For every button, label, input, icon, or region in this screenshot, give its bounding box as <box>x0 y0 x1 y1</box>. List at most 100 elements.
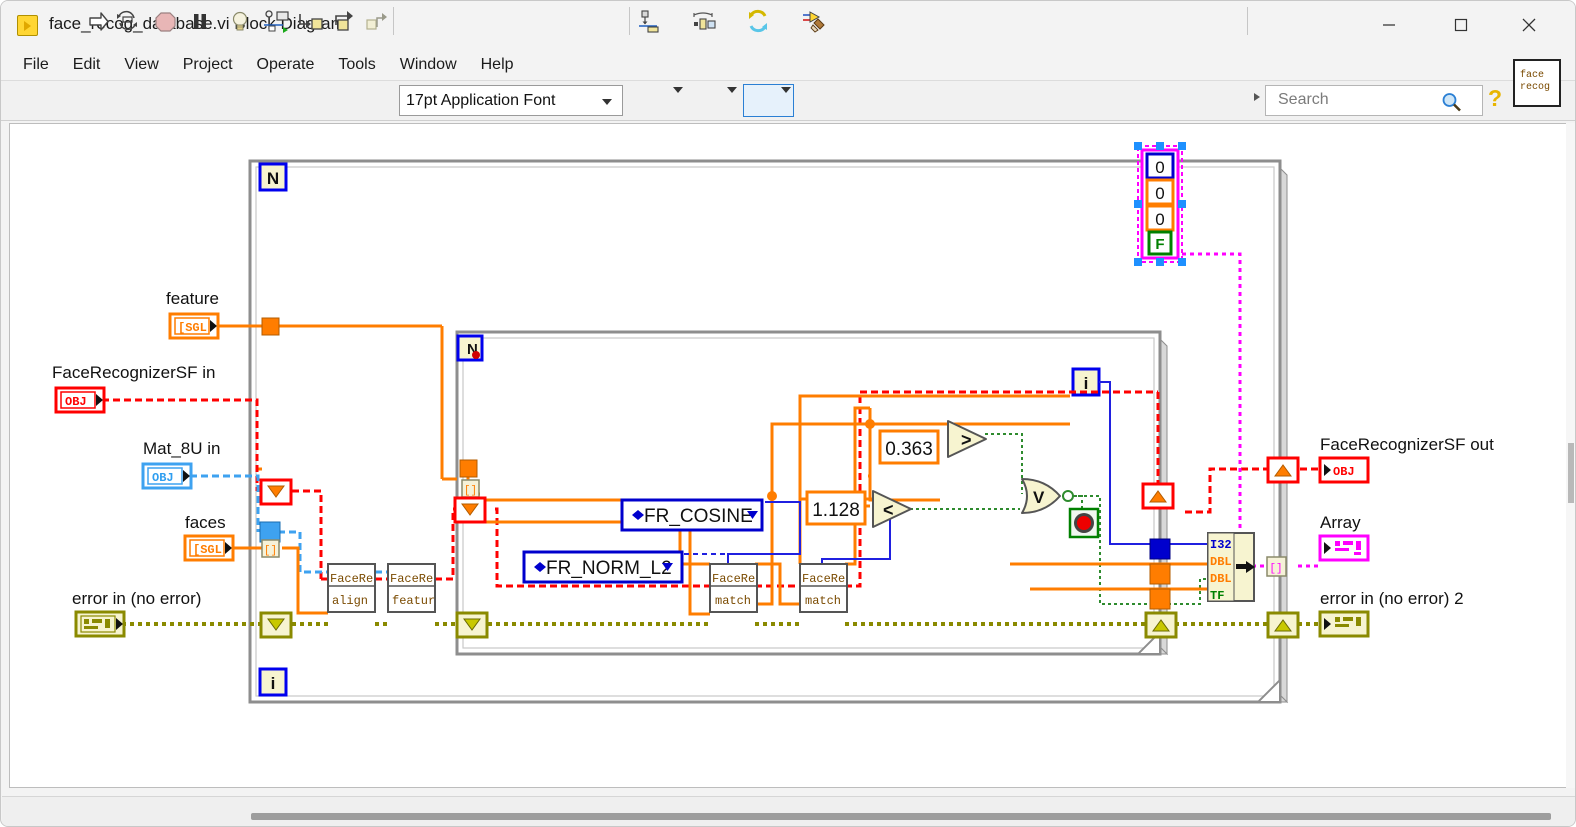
block-diagram-canvas[interactable]: N i N i [] [] [] feature [SGL FaceRecogn… <box>9 123 1567 788</box>
pause-icon[interactable] <box>187 9 213 34</box>
menu-item-operate[interactable]: Operate <box>245 53 327 77</box>
subvi-top-label-4: FaceRe <box>802 572 845 586</box>
shift-register-left-error[interactable] <box>259 611 293 639</box>
bundle-input-type-4: TF <box>1210 589 1224 603</box>
menu-item-file[interactable]: File <box>11 53 61 77</box>
boolean-junction-dot <box>1062 490 1074 502</box>
step-over-icon[interactable] <box>331 9 357 34</box>
or-gate-node[interactable]: V <box>1021 478 1061 514</box>
tunnel-index-out[interactable] <box>1149 538 1171 560</box>
indicator-terminal-array[interactable]: Array <box>1318 513 1370 562</box>
inner-loop-count-terminal[interactable]: N <box>456 334 484 362</box>
control-terminal-feature[interactable]: feature [SGL <box>166 289 220 340</box>
vi-thumbnail-line2: recog <box>1520 82 1551 93</box>
outer-loop-i-label: i <box>271 674 276 693</box>
help-question-icon[interactable]: ? <box>1482 85 1508 115</box>
align-dropdown-chevron-icon[interactable] <box>673 87 683 93</box>
cluster-element-value-3: 0 <box>1155 210 1164 229</box>
bundle-node[interactable]: I32 DBL DBL TF <box>1207 532 1255 603</box>
status-bar <box>2 796 1575 826</box>
shift-register-inner-right-error[interactable] <box>1144 611 1178 639</box>
menu-item-edit[interactable]: Edit <box>61 53 113 77</box>
menu-item-project[interactable]: Project <box>171 53 245 77</box>
menu-item-tools[interactable]: Tools <box>326 53 387 77</box>
tunnel-feature[interactable] <box>261 317 280 336</box>
control-terminal-error-in[interactable]: error in (no error) <box>72 589 201 638</box>
shift-register-inner-right-obj[interactable] <box>1141 482 1175 510</box>
menu-item-help[interactable]: Help <box>469 53 526 77</box>
retain-wire-values-icon[interactable] <box>263 9 289 34</box>
maximize-icon[interactable] <box>1437 1 1485 49</box>
distribute-objects-icon[interactable] <box>691 9 723 34</box>
cluster-constant[interactable]: 0 0 0 F <box>1134 142 1186 266</box>
run-continuously-icon[interactable] <box>114 9 140 34</box>
vi-icon-thumbnail[interactable]: face recog <box>1513 59 1561 107</box>
search-input[interactable]: Search <box>1265 85 1483 116</box>
vertical-scrollbar-thumb[interactable] <box>1568 443 1574 503</box>
font-selector-value: 17pt Application Font <box>406 91 556 109</box>
control-terminal-faces[interactable]: faces [SGL <box>183 513 235 562</box>
wire-bundle-orange-inputs <box>1010 562 1208 591</box>
shift-register-outer-right-obj[interactable] <box>1266 456 1300 484</box>
menu-bar: File Edit View Project Operate Tools Win… <box>1 49 1575 81</box>
tunnel-mat8u[interactable] <box>259 521 281 543</box>
shift-register-outer-right-error[interactable] <box>1266 611 1300 639</box>
numeric-constant-0363[interactable]: 0.363 <box>878 429 940 465</box>
run-arrow-icon[interactable] <box>86 9 112 34</box>
menu-item-window[interactable]: Window <box>388 53 469 77</box>
bundle-input-type-3: DBL <box>1210 572 1232 586</box>
menu-item-view[interactable]: View <box>112 53 170 77</box>
subvi-facerecognizer-match-1[interactable]: FaceRe match <box>709 563 758 613</box>
subvi-facerecognizer-feature[interactable]: FaceRe featur <box>387 563 436 613</box>
tunnel-inner-feature[interactable] <box>459 459 478 478</box>
tunnel-dbl-out-2[interactable] <box>1149 588 1171 610</box>
highlight-execution-bulb-icon[interactable] <box>227 9 253 34</box>
subvi-facerecognizer-align[interactable]: FaceRe align <box>327 563 376 613</box>
subvi-facerecognizer-match-2[interactable]: FaceRe match <box>799 563 848 613</box>
numeric-constant-1128[interactable]: 1.128 <box>805 490 867 526</box>
step-into-icon[interactable] <box>297 9 323 34</box>
greater-than-node[interactable]: > <box>947 420 987 458</box>
search-expand-icon[interactable] <box>1254 93 1260 101</box>
control-type-feature: [SGL <box>178 321 207 335</box>
subvi-top-label-2: FaceRe <box>390 572 433 586</box>
subvi-top-label-3: FaceRe <box>712 572 755 586</box>
vertical-scrollbar[interactable] <box>1566 123 1575 788</box>
outer-while-loop[interactable] <box>248 159 1289 704</box>
shift-register-inner-left-obj[interactable] <box>453 496 487 524</box>
indicator-terminal-facerecognizersf-out[interactable]: FaceRecognizerSF out OBJ <box>1318 435 1494 484</box>
minimize-icon[interactable] <box>1365 1 1413 49</box>
enum-value-fr-norm-l2: FR_NORM_L2 <box>546 558 672 579</box>
subvi-bottom-label-1: align <box>332 594 368 608</box>
close-icon[interactable] <box>1505 1 1553 49</box>
abort-execution-icon[interactable] <box>153 9 179 34</box>
cluster-element-value-2: 0 <box>1155 184 1164 203</box>
tunnel-dbl-out-1[interactable] <box>1149 563 1171 585</box>
enum-constant-fr-norm-l2[interactable]: FR_NORM_L2 <box>522 550 684 584</box>
magnifier-icon[interactable] <box>1440 91 1464 118</box>
font-selector[interactable]: 17pt Application Font <box>399 85 623 116</box>
enum-constant-fr-cosine[interactable]: FR_COSINE <box>620 498 764 532</box>
bundle-input-type-2: DBL <box>1210 555 1232 569</box>
less-than-node[interactable]: < <box>872 490 912 528</box>
outer-loop-index-terminal[interactable]: i <box>258 667 288 697</box>
cluster-element-value-1: 0 <box>1155 158 1164 177</box>
control-terminal-mat8u-in[interactable]: Mat_8U in OBJ <box>141 439 220 490</box>
control-type-obj-1: OBJ <box>65 395 87 409</box>
distribute-dropdown-chevron-icon[interactable] <box>727 87 737 93</box>
control-label-facerecognizersf-in: FaceRecognizerSF in <box>52 363 215 382</box>
subvi-bottom-label-4: match <box>805 594 841 608</box>
indicator-terminal-error-out[interactable]: error in (no error) 2 <box>1318 589 1464 638</box>
control-terminal-facerecognizersf-in[interactable]: FaceRecognizerSF in OBJ <box>52 363 215 414</box>
control-label-mat8u-in: Mat_8U in <box>143 439 220 458</box>
stop-loop-condition-terminal[interactable] <box>1068 507 1100 539</box>
outer-loop-count-terminal[interactable]: N <box>258 162 288 192</box>
align-objects-icon[interactable] <box>637 9 669 34</box>
shift-register-inner-left-error[interactable] <box>455 611 489 639</box>
step-out-icon[interactable] <box>365 9 391 34</box>
clean-up-diagram-icon[interactable] <box>801 9 833 34</box>
reorder-dropdown-chevron-icon[interactable] <box>781 87 791 93</box>
shift-register-left-obj[interactable] <box>259 478 293 506</box>
reorder-objects-icon[interactable] <box>747 9 777 34</box>
horizontal-scrollbar-thumb[interactable] <box>251 813 1551 820</box>
